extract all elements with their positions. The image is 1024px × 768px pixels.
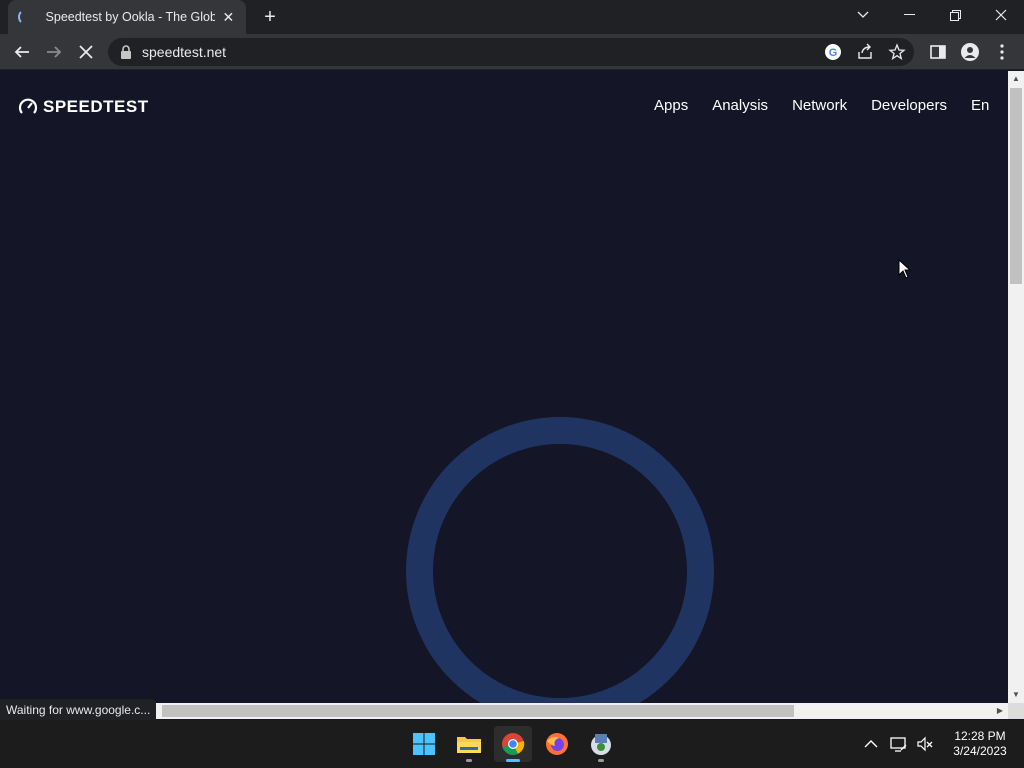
tab-strip: Speedtest by Ookla - The Global ✕ + [0, 0, 1024, 34]
browser-tab[interactable]: Speedtest by Ookla - The Global ✕ [8, 0, 246, 34]
speedometer-icon [18, 98, 38, 114]
firefox-button[interactable] [538, 726, 576, 762]
main-nav: Apps Analysis Network Developers En [654, 97, 989, 114]
nav-language[interactable]: En [971, 97, 989, 114]
clock-time: 12:28 PM [954, 729, 1006, 743]
side-panel-button[interactable] [924, 38, 952, 66]
volume-muted-icon[interactable] [916, 735, 934, 753]
forward-button[interactable] [40, 38, 68, 66]
scrollbar-corner [1008, 703, 1024, 719]
chevron-down-icon [857, 11, 869, 18]
profile-icon [961, 43, 979, 61]
arrow-left-icon [14, 46, 29, 58]
chrome-button[interactable] [494, 726, 532, 762]
windows-start-icon [413, 733, 435, 755]
vertical-scroll-thumb[interactable] [1010, 88, 1022, 284]
taskbar: 12:28 PM 3/24/2023 [0, 720, 1024, 768]
lock-icon [121, 45, 131, 59]
installer-icon [591, 734, 611, 755]
minimize-icon [903, 14, 915, 15]
new-tab-button[interactable]: + [258, 5, 282, 29]
installer-button[interactable] [582, 726, 620, 762]
active-indicator [506, 759, 520, 762]
network-icon[interactable] [890, 735, 908, 753]
back-button[interactable] [8, 38, 36, 66]
running-indicator [598, 759, 604, 762]
menu-button[interactable] [988, 38, 1016, 66]
scroll-up-icon[interactable]: ▲ [1008, 71, 1024, 87]
status-bubble: Waiting for www.google.c... [0, 699, 157, 721]
system-tray [862, 720, 934, 768]
share-icon[interactable] [856, 43, 874, 61]
arrow-right-icon [47, 46, 62, 58]
vertical-scrollbar[interactable]: ▲ ▼ [1008, 71, 1024, 703]
chevron-up-icon[interactable] [862, 735, 880, 753]
google-icon[interactable]: G [824, 43, 842, 61]
restore-icon [949, 9, 961, 21]
side-panel-icon [930, 45, 946, 59]
svg-text:G: G [829, 47, 838, 59]
nav-apps[interactable]: Apps [654, 97, 688, 114]
close-icon [995, 9, 1007, 21]
tab-title: Speedtest by Ookla - The Global [45, 10, 215, 24]
clock-date: 3/24/2023 [953, 744, 1007, 758]
profile-button[interactable] [956, 38, 984, 66]
close-tab-icon[interactable]: ✕ [221, 9, 236, 26]
clock[interactable]: 12:28 PM 3/24/2023 [940, 729, 1020, 759]
horizontal-scroll-thumb[interactable] [162, 705, 794, 717]
more-vert-icon [1000, 44, 1004, 60]
loading-spinner-icon [18, 9, 34, 25]
speedtest-logo[interactable]: SPEEDTEST [18, 97, 149, 117]
loading-ring [406, 417, 714, 703]
web-page: SPEEDTEST Apps Analysis Network Develope… [0, 71, 1008, 703]
nav-analysis[interactable]: Analysis [712, 97, 768, 114]
close-window-button[interactable] [978, 0, 1024, 30]
browser-toolbar: speedtest.net G [0, 34, 1024, 70]
minimize-button[interactable] [886, 0, 932, 30]
nav-developers[interactable]: Developers [871, 97, 947, 114]
restore-button[interactable] [932, 0, 978, 30]
url-text: speedtest.net [142, 44, 227, 60]
nav-network[interactable]: Network [792, 97, 847, 114]
running-indicator [466, 759, 472, 762]
firefox-icon [546, 733, 568, 755]
mouse-cursor-icon [898, 259, 912, 279]
logo-text: SPEEDTEST [43, 97, 149, 116]
stop-icon [79, 45, 93, 59]
tab-search-button[interactable] [840, 0, 886, 30]
chrome-icon [502, 733, 525, 755]
star-bookmark-icon[interactable] [888, 43, 906, 61]
stop-loading-button[interactable] [72, 38, 100, 66]
scroll-down-icon[interactable]: ▼ [1008, 687, 1024, 703]
address-bar[interactable]: speedtest.net G [108, 38, 914, 66]
file-explorer-button[interactable] [450, 726, 488, 762]
folder-icon [457, 737, 481, 753]
scroll-right-icon[interactable]: ▶ [992, 703, 1008, 719]
start-button[interactable] [405, 726, 443, 762]
